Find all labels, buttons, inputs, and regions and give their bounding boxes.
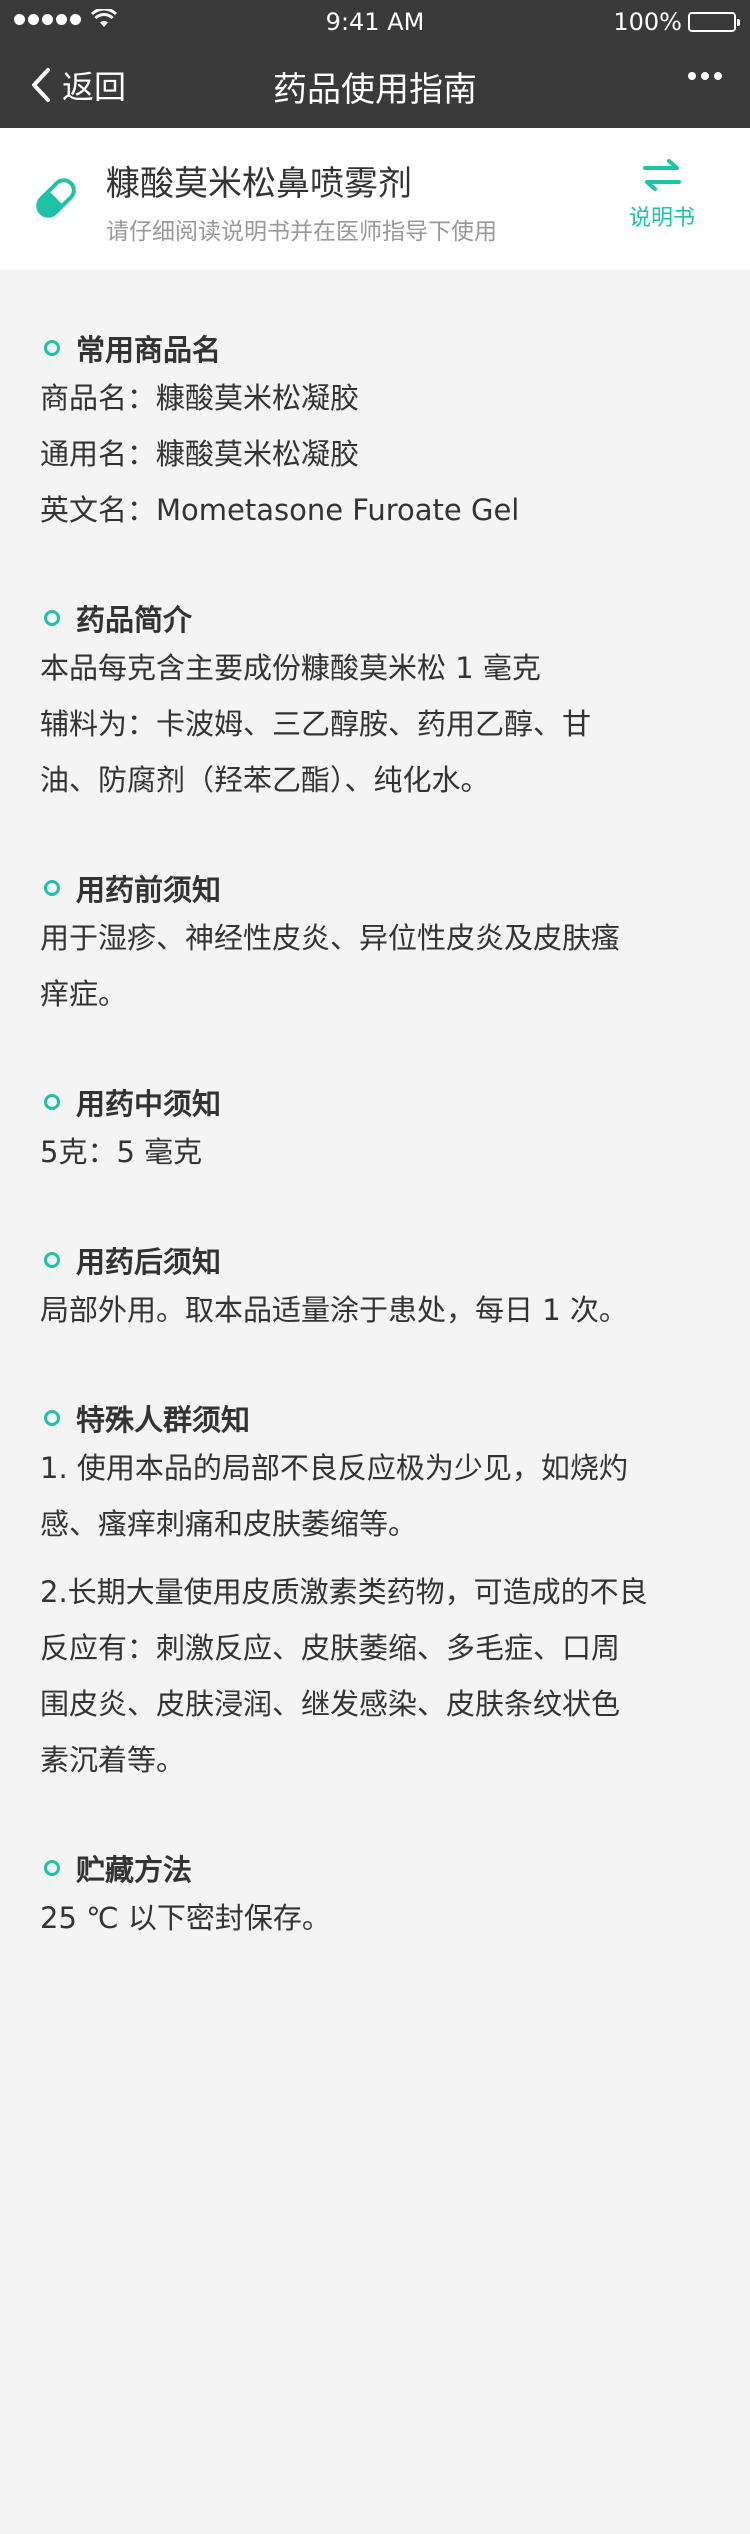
bullet-icon — [44, 1860, 60, 1876]
bullet-icon — [44, 1094, 60, 1110]
swap-arrows-icon — [643, 159, 681, 191]
section-title: 常用商品名 — [40, 326, 710, 370]
battery-percent: 100% — [613, 8, 682, 36]
bullet-icon — [44, 340, 60, 356]
section-line: 痒症。 — [40, 977, 128, 1011]
status-right: 100% — [613, 8, 740, 36]
bullet-icon — [44, 1252, 60, 1268]
section-line: 围皮炎、皮肤浸润、继发感染、皮肤条纹状色 — [40, 1687, 621, 1721]
drug-usage-tip: 请仔细阅读说明书并在医师指导下使用 — [106, 219, 497, 245]
section-title: 用药中须知 — [40, 1080, 710, 1124]
section-title-text: 药品简介 — [76, 603, 193, 637]
section-body: 1. 使用本品的局部不良反应极为少见，如烧灼 感、瘙痒刺痛和皮肤萎缩等。 2.长… — [40, 1440, 710, 1788]
section-title: 贮藏方法 — [40, 1846, 710, 1890]
battery-icon — [688, 12, 740, 32]
section-line: 5克：5 毫克 — [40, 1135, 203, 1169]
header: 9:41 AM 100% 返回 药品使用指南 — [0, 0, 750, 128]
drug-name: 糠酸莫米松鼻喷雾剂 — [106, 164, 412, 204]
section-body: 25 ℃ 以下密封保存。 — [40, 1890, 710, 1946]
section-title: 特殊人群须知 — [40, 1396, 710, 1440]
section-title-text: 用药中须知 — [76, 1087, 222, 1121]
section-title-text: 贮藏方法 — [76, 1853, 193, 1887]
section-body: 商品名：糠酸莫米松凝胶 通用名：糠酸莫米松凝胶 英文名：Mometasone F… — [40, 370, 710, 538]
section-line: 反应有：刺激反应、皮肤萎缩、多毛症、口周 — [40, 1631, 621, 1665]
drug-card: 糠酸莫米松鼻喷雾剂 请仔细阅读说明书并在医师指导下使用 说明书 — [0, 128, 750, 270]
section-line: 本品每克含主要成份糠酸莫米松 1 毫克 — [40, 651, 541, 685]
section-line: 商品名：糠酸莫米松凝胶 — [40, 381, 360, 415]
more-button[interactable] — [688, 72, 722, 80]
section-body: 用于湿疹、神经性皮炎、异位性皮炎及皮肤瘙 痒症。 — [40, 910, 710, 1022]
section-body: 5克：5 毫克 — [40, 1124, 710, 1180]
section-after-use: 用药后须知 局部外用。取本品适量涂于患处，每日 1 次。 — [40, 1238, 710, 1338]
section-title-text: 特殊人群须知 — [76, 1403, 251, 1437]
manual-button[interactable]: 说明书 — [622, 158, 702, 232]
manual-label: 说明书 — [628, 206, 695, 231]
section-title: 用药后须知 — [40, 1238, 710, 1282]
section-body: 本品每克含主要成份糠酸莫米松 1 毫克 辅料为：卡波姆、三乙醇胺、药用乙醇、甘 … — [40, 640, 710, 808]
section-line: 通用名：糠酸莫米松凝胶 — [40, 437, 360, 471]
section-line: 25 ℃ 以下密封保存。 — [40, 1901, 331, 1935]
section-line: 素沉着等。 — [40, 1743, 186, 1777]
section-common-names: 常用商品名 商品名：糠酸莫米松凝胶 通用名：糠酸莫米松凝胶 英文名：Mometa… — [40, 326, 710, 538]
section-introduction: 药品简介 本品每克含主要成份糠酸莫米松 1 毫克 辅料为：卡波姆、三乙醇胺、药用… — [40, 596, 710, 808]
section-title-text: 常用商品名 — [76, 333, 222, 367]
section-line: 2.长期大量使用皮质激素类药物，可造成的不良 — [40, 1575, 648, 1609]
section-line: 油、防腐剂（羟苯乙酯）、纯化水。 — [40, 763, 490, 797]
section-body: 局部外用。取本品适量涂于患处，每日 1 次。 — [40, 1282, 710, 1338]
content: 常用商品名 商品名：糠酸莫米松凝胶 通用名：糠酸莫米松凝胶 英文名：Mometa… — [0, 270, 750, 1946]
bullet-icon — [44, 880, 60, 896]
section-title: 药品简介 — [40, 596, 710, 640]
section-line: 辅料为：卡波姆、三乙醇胺、药用乙醇、甘 — [40, 707, 592, 741]
section-line: 局部外用。取本品适量涂于患处，每日 1 次。 — [40, 1293, 628, 1327]
section-line: 英文名：Mometasone Furoate Gel — [40, 493, 520, 527]
section-title-text: 用药前须知 — [76, 873, 222, 907]
status-bar: 9:41 AM 100% — [0, 0, 750, 42]
page-title: 药品使用指南 — [273, 70, 477, 110]
section-storage: 贮藏方法 25 ℃ 以下密封保存。 — [40, 1846, 710, 1946]
section-before-use: 用药前须知 用于湿疹、神经性皮炎、异位性皮炎及皮肤瘙 痒症。 — [40, 866, 710, 1022]
section-line: 感、瘙痒刺痛和皮肤萎缩等。 — [40, 1507, 418, 1541]
nav-bar: 返回 药品使用指南 — [0, 42, 750, 128]
section-special-groups: 特殊人群须知 1. 使用本品的局部不良反应极为少见，如烧灼 感、瘙痒刺痛和皮肤萎… — [40, 1396, 710, 1788]
section-title-text: 用药后须知 — [76, 1245, 222, 1279]
section-during-use: 用药中须知 5克：5 毫克 — [40, 1080, 710, 1180]
bullet-icon — [44, 1410, 60, 1426]
more-icon — [688, 72, 696, 80]
section-line: 1. 使用本品的局部不良反应极为少见，如烧灼 — [40, 1451, 628, 1485]
section-title: 用药前须知 — [40, 866, 710, 910]
section-line: 用于湿疹、神经性皮炎、异位性皮炎及皮肤瘙 — [40, 921, 621, 955]
bullet-icon — [44, 610, 60, 626]
pill-icon — [36, 178, 76, 218]
